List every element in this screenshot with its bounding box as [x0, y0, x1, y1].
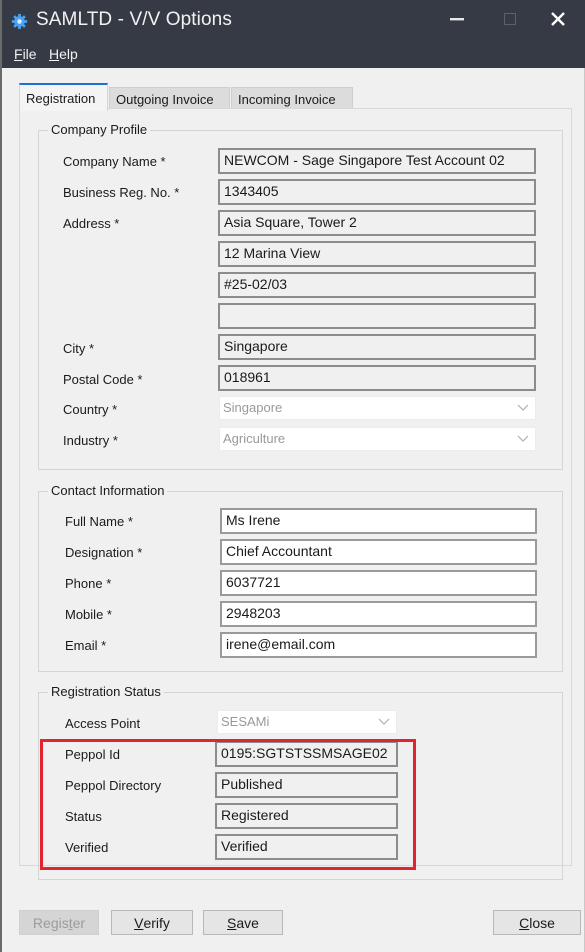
address-line-1-field[interactable]: Asia Square, Tower 2: [218, 210, 536, 236]
group-title: Company Profile: [48, 122, 151, 137]
maximize-icon: [504, 13, 516, 25]
access-point-label: Access Point: [65, 716, 141, 731]
menu-file[interactable]: File: [14, 46, 37, 62]
business-reg-no-field[interactable]: 1343405: [218, 179, 536, 205]
peppol-directory-label: Peppol Directory: [65, 778, 162, 793]
designation-field[interactable]: Chief Accountant: [220, 539, 537, 565]
register-button[interactable]: Regis t er: [19, 910, 99, 935]
verify-button[interactable]: Verify: [111, 910, 193, 935]
window-title: SAMLTD - V/V Options: [36, 9, 232, 30]
gear-icon: [11, 13, 28, 30]
maximize-button[interactable]: [487, 0, 533, 38]
industry-value: Agriculture: [223, 431, 286, 446]
postal-code-field[interactable]: 018961: [218, 365, 536, 391]
peppol-id-field[interactable]: 0195:SGTSTSSMSAGE02: [215, 741, 398, 767]
mobile-label: Mobile *: [65, 607, 112, 622]
address-line-3-field[interactable]: #25-02/03: [218, 272, 536, 298]
address-line-4-field[interactable]: [218, 303, 536, 329]
email-field[interactable]: irene@email.com: [220, 632, 537, 658]
mobile-field[interactable]: 2948203: [220, 601, 537, 627]
verified-label: Verified: [65, 840, 109, 855]
group-title: Contact Information: [48, 483, 168, 498]
menu-help[interactable]: Help: [49, 46, 78, 62]
chevron-down-icon: [517, 404, 529, 411]
phone-field[interactable]: 6037721: [220, 570, 537, 596]
title-bar[interactable]: SAMLTD - V/V Options: [2, 0, 585, 42]
group-title: Registration Status: [48, 684, 164, 699]
industry-dropdown[interactable]: Agriculture: [219, 427, 536, 451]
country-label: Country *: [63, 402, 118, 417]
peppol-id-label: Peppol Id: [65, 747, 120, 762]
minimize-button[interactable]: [434, 0, 480, 38]
city-field[interactable]: Singapore: [218, 334, 536, 360]
full-name-field[interactable]: Ms Irene: [220, 508, 537, 534]
peppol-directory-field[interactable]: Published: [215, 772, 398, 798]
menu-bar: File Help: [2, 42, 585, 68]
options-window: SAMLTD - V/V Options File Help Registrat…: [0, 0, 585, 952]
tab-registration[interactable]: Registration: [19, 83, 108, 111]
close-icon: [551, 12, 565, 26]
address-line-2-field[interactable]: 12 Marina View: [218, 241, 536, 267]
phone-label: Phone *: [65, 576, 112, 591]
company-name-label: Company Name *: [63, 154, 166, 169]
company-name-field[interactable]: NEWCOM - Sage Singapore Test Account 02: [218, 148, 536, 174]
minimize-icon: [450, 18, 464, 21]
designation-label: Designation *: [65, 545, 143, 560]
country-dropdown[interactable]: Singapore: [219, 396, 536, 420]
business-reg-no-label: Business Reg. No. *: [63, 185, 180, 200]
address-label: Address *: [63, 216, 120, 231]
industry-label: Industry *: [63, 433, 118, 448]
postal-code-label: Postal Code *: [63, 372, 143, 387]
email-label: Email *: [65, 638, 107, 653]
status-field[interactable]: Registered: [215, 803, 398, 829]
full-name-label: Full Name *: [65, 514, 133, 529]
status-label: Status: [65, 809, 102, 824]
save-button[interactable]: Save: [203, 910, 283, 935]
access-point-value: SESAMi: [221, 714, 270, 729]
chevron-down-icon: [378, 718, 390, 725]
verified-field[interactable]: Verified: [215, 834, 398, 860]
city-label: City *: [63, 341, 95, 356]
close-window-button[interactable]: [535, 0, 581, 38]
close-button[interactable]: Close: [493, 910, 581, 935]
chevron-down-icon: [517, 435, 529, 442]
country-value: Singapore: [223, 400, 283, 415]
access-point-dropdown[interactable]: SESAMi: [217, 710, 397, 734]
